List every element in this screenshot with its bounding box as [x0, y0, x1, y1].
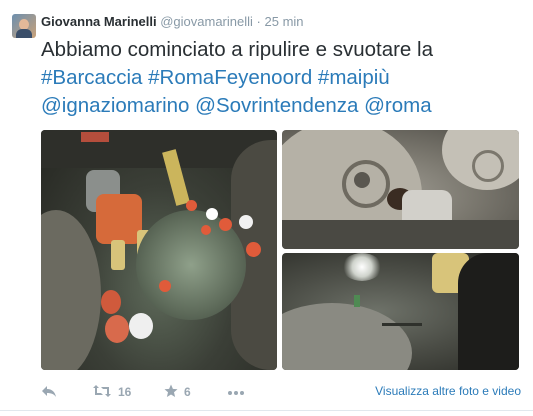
photo-fountain-basin[interactable]: [282, 130, 519, 249]
author-name[interactable]: Giovanna Marinelli: [41, 14, 157, 29]
author-handle[interactable]: @giovamarinelli: [160, 14, 253, 29]
more-options-button[interactable]: [227, 381, 245, 403]
divider: [0, 410, 533, 411]
tweet-text: Abbiamo cominciato a ripulire e svuotare…: [41, 36, 521, 120]
reply-icon: [41, 384, 57, 401]
mention-sovrintendenza[interactable]: @Sovrintendenza: [195, 94, 358, 117]
favorite-count: 6: [184, 385, 191, 399]
hashtag-barcaccia[interactable]: #Barcaccia: [41, 66, 142, 89]
tweet-text-plain: Abbiamo cominciato a ripulire e svuotare…: [41, 38, 433, 61]
photo-fountain-water[interactable]: [282, 253, 519, 370]
tweet-actions: 16 6 Visualizza altre foto e video: [41, 381, 521, 403]
star-icon: [164, 384, 178, 401]
photo-fountain-cleaning[interactable]: [41, 130, 277, 370]
time-separator: ·: [256, 14, 261, 29]
tweet-time[interactable]: 25 min: [265, 14, 304, 29]
avatar[interactable]: [12, 14, 36, 38]
favorite-button[interactable]: 6: [164, 381, 191, 403]
retweet-button[interactable]: 16: [92, 381, 131, 403]
hashtag-maipiu[interactable]: #maipiù: [318, 66, 390, 89]
mention-roma[interactable]: @roma: [364, 94, 432, 117]
retweet-icon: [92, 384, 112, 401]
ellipsis-icon: [227, 385, 245, 399]
tweet-card: Giovanna Marinelli @giovamarinelli · 25 …: [0, 0, 533, 416]
reply-button[interactable]: [41, 381, 57, 403]
tweet-header: Giovanna Marinelli @giovamarinelli · 25 …: [41, 13, 304, 31]
hashtag-romafeyenoord[interactable]: #RomaFeyenoord: [148, 66, 312, 89]
mention-ignaziomarino[interactable]: @ignaziomarino: [41, 94, 189, 117]
retweet-count: 16: [118, 385, 132, 399]
view-more-media-link[interactable]: Visualizza altre foto e video: [375, 384, 521, 398]
